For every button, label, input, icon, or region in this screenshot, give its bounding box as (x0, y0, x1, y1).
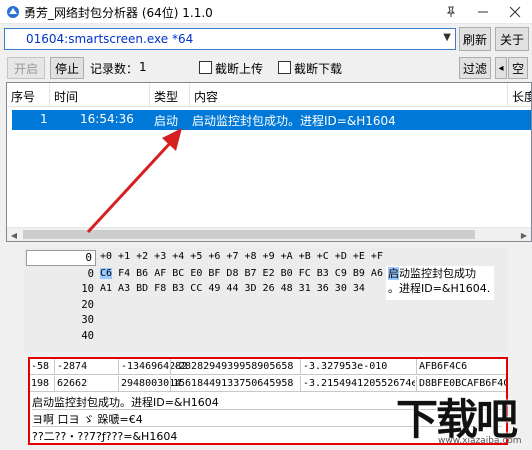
hex-offset-4: 40 (81, 330, 94, 342)
hex-ascii-panel: 启动监控封包成功 。进程ID=&H1604. (386, 266, 496, 300)
column-header-type[interactable]: 类型 (150, 83, 190, 107)
column-header-length[interactable]: 长度 (508, 83, 531, 107)
process-select[interactable]: 01604:smartscreen.exe *64 ▼ (4, 28, 456, 50)
app-icon (7, 6, 19, 18)
ascii-line-2: 。进程ID=&H1604. (388, 282, 491, 295)
cell-uint16: 62662 (57, 378, 88, 389)
column-header-content[interactable]: 内容 (190, 83, 508, 107)
start-button[interactable]: 开启 (7, 57, 45, 79)
minimize-icon[interactable] (468, 0, 498, 24)
column-header-time[interactable]: 时间 (50, 83, 150, 107)
hex-selected-byte[interactable]: C6 (100, 268, 113, 279)
horizontal-scrollbar[interactable]: ◀ ▶ (7, 227, 531, 241)
process-select-value: 01604:smartscreen.exe *64 (26, 32, 194, 46)
close-icon[interactable] (500, 0, 530, 24)
hex-view[interactable]: 0 +0 +1 +2 +3 +4 +5 +6 +7 +8 +9 +A +B +C… (24, 248, 496, 352)
scroll-left-button[interactable]: ◂ (495, 57, 507, 79)
scroll-left-icon[interactable]: ◀ (7, 228, 21, 241)
record-count-label: 记录数： (90, 62, 139, 76)
block-download-label: 截断下载 (294, 62, 343, 76)
window-title: 勇芳_网络封包分析器 (64位) 1.1.0 (24, 6, 213, 20)
row-time: 16:54:36 (80, 112, 134, 126)
list-header: 序号 时间 类型 内容 长度 (7, 83, 531, 107)
row-content: 启动监控封包成功。进程ID=&H1604 (192, 114, 396, 128)
hex-offset-2: 20 (81, 299, 94, 311)
title-bar: 勇芳_网络封包分析器 (64位) 1.1.0 (0, 0, 532, 24)
hex-offset-1: 10 (81, 283, 94, 295)
table-row: -58 -2874 -1346964282 -28282949399589056… (30, 359, 506, 375)
hex-offset-3: 30 (81, 314, 94, 326)
table-row[interactable]: 1 16:54:36 启动 启动监控封包成功。进程ID=&H1604 (12, 110, 531, 130)
cell-float: -3.327953e-010 (303, 361, 388, 372)
stop-button[interactable]: 停止 (50, 57, 84, 79)
cell-int16: -2874 (57, 361, 88, 372)
hex-line-0-rest: F4 B6 AF BC E0 BF D8 B7 E2 B0 FC B3 C9 B… (112, 268, 383, 279)
watermark-logo: 下载吧 www.xiazaiba.com (386, 386, 532, 450)
packet-list[interactable]: 序号 时间 类型 内容 长度 1 16:54:36 启动 启动监控封包成功。进程… (6, 82, 532, 242)
block-upload-label: 截断上传 (215, 62, 264, 76)
hex-line-1: A1 A3 BD F8 B3 CC 49 44 3D 26 48 31 36 3… (100, 283, 365, 294)
ascii-line-1: 动监控封包成功 (399, 267, 476, 280)
cell-uint64: 15618449133750645958 (173, 378, 294, 389)
hex-vertical-scrollbar[interactable] (494, 248, 508, 352)
about-button[interactable]: 关于 (495, 27, 529, 51)
clear-button[interactable]: 空 (508, 57, 528, 79)
refresh-button[interactable]: 刷新 (459, 27, 491, 51)
filter-button[interactable]: 过滤 (459, 57, 491, 79)
ascii-selected-char: 启 (388, 267, 399, 280)
row-type: 启动 (154, 114, 179, 128)
cell-uint8: 198 (31, 378, 50, 389)
column-header-index[interactable]: 序号 (7, 83, 50, 107)
hex-offset-0: 0 (87, 268, 94, 280)
hex-line-0: C6 F4 B6 AF BC E0 BF D8 B7 E2 B0 FC B3 C… (100, 268, 383, 279)
scroll-right-icon[interactable]: ▶ (517, 228, 531, 241)
chevron-down-icon[interactable]: ▼ (443, 32, 451, 43)
scrollbar-thumb[interactable] (23, 230, 475, 239)
block-upload-checkbox[interactable] (199, 61, 212, 74)
pin-icon[interactable] (436, 0, 466, 24)
watermark-url: www.xiazaiba.com (438, 436, 522, 446)
row-index: 1 (40, 112, 48, 126)
cell-hex: AFB6F4C6 (419, 361, 468, 372)
hex-column-header: +0 +1 +2 +3 +4 +5 +6 +7 +8 +9 +A +B +C +… (100, 251, 383, 262)
block-download-checkbox[interactable] (278, 61, 291, 74)
record-count-value: 1 (139, 60, 147, 74)
cell-int8: -58 (31, 361, 50, 372)
hex-offset-input[interactable]: 0 (26, 250, 96, 266)
cell-int64: -2828294939958905658 (173, 361, 294, 372)
